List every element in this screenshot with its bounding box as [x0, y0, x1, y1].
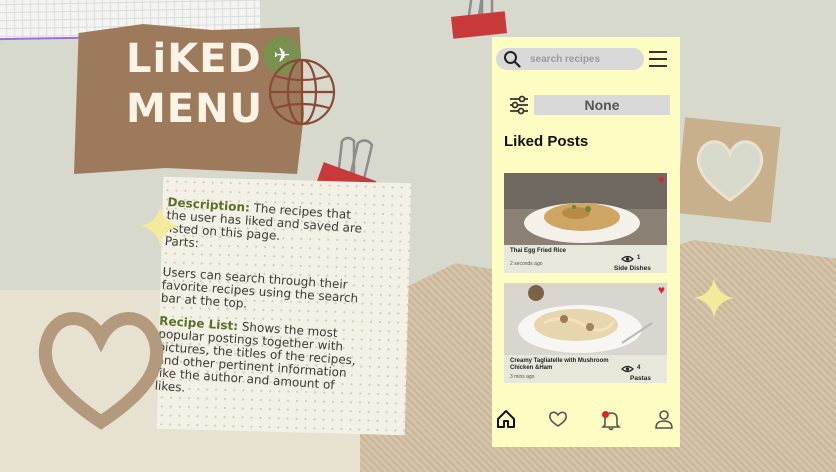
recipe-time: 3 mins ago	[510, 374, 535, 380]
hamburger-icon[interactable]	[648, 49, 668, 69]
notification-badge	[602, 411, 609, 418]
recipe-image	[504, 283, 667, 355]
heart-icon[interactable]	[548, 409, 568, 429]
recipe-title: Creamy Tagliatelle with Mushroom Chicken…	[510, 358, 609, 371]
home-icon[interactable]	[496, 409, 516, 429]
bottom-nav	[492, 409, 680, 439]
page-title-line-1: LiKED	[126, 36, 262, 82]
recipe-title: Thai Egg Fried Rice	[510, 248, 567, 254]
nav-notifications[interactable]	[600, 409, 622, 436]
page-title-line-2: MENU	[126, 86, 264, 132]
liked-heart-icon[interactable]: ♥	[658, 284, 665, 296]
heart-cutout-icon	[38, 312, 164, 430]
views-eye-icon	[621, 255, 634, 263]
search-icon[interactable]	[503, 50, 521, 68]
heart-cutout-icon	[696, 140, 764, 202]
search-bar[interactable]	[496, 48, 644, 70]
nav-liked[interactable]	[548, 409, 568, 434]
note-text: Description: The recipes that the user h…	[154, 195, 367, 406]
search-input[interactable]	[530, 52, 638, 66]
phone-screen: None Liked Posts ♥ Thai Egg Fried Rice 2…	[492, 37, 680, 447]
globe-icon	[268, 58, 336, 126]
recipe-category: Pastas	[630, 375, 651, 382]
sparkle-icon	[140, 206, 180, 246]
nav-home[interactable]	[496, 409, 516, 434]
sliders-icon[interactable]	[509, 95, 529, 115]
nav-profile[interactable]	[654, 409, 674, 434]
recipe-image	[504, 173, 667, 245]
page-title: LiKED MENU	[126, 34, 264, 134]
views-eye-icon	[621, 365, 634, 373]
recipe-list-text: Shows the most popular postings together…	[154, 319, 357, 395]
user-icon[interactable]	[654, 409, 674, 429]
recipe-time: 2 seconds ago	[510, 261, 543, 267]
recipe-card[interactable]: ♥ Creamy Tagliatelle with Mushroom Chick…	[504, 283, 667, 383]
liked-heart-icon[interactable]: ♥	[658, 174, 665, 186]
view-count: 1	[637, 255, 641, 261]
recipe-card[interactable]: ♥ Thai Egg Fried Rice 2 seconds ago 1 Si…	[504, 173, 667, 273]
section-title: Liked Posts	[504, 133, 589, 150]
sparkle-icon	[694, 278, 734, 318]
recipe-category: Side Dishes	[614, 265, 651, 272]
view-count: 4	[637, 365, 641, 371]
filter-select[interactable]: None	[534, 95, 670, 115]
